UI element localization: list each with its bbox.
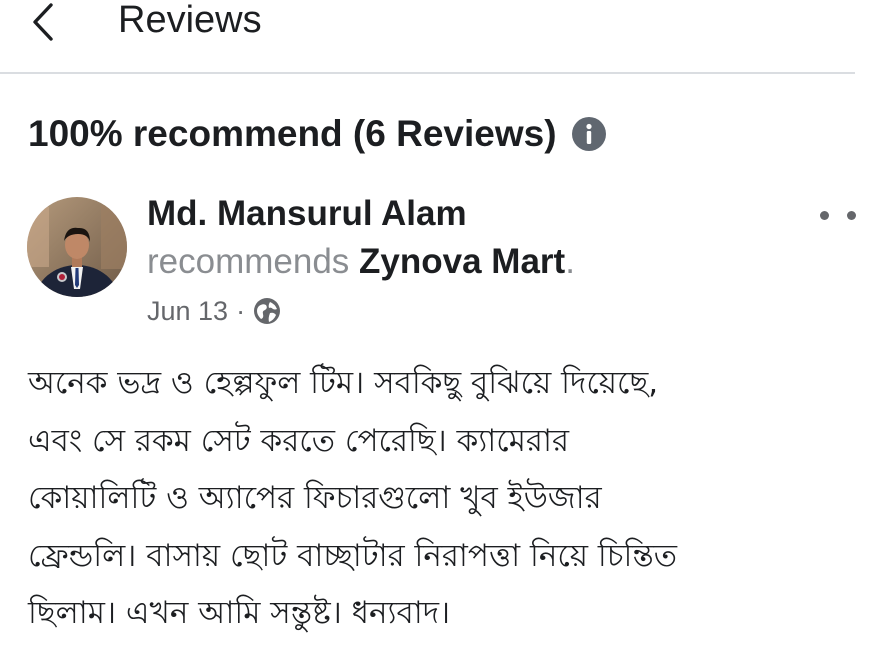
page-name-link[interactable]: Zynova Mart [359, 242, 565, 281]
chevron-left-icon[interactable] [30, 0, 56, 44]
more-dot [820, 210, 829, 220]
review-text-line: কোয়ালিটি ও অ্যাপের ফিচারগুলো খুব ইউজার [28, 480, 602, 516]
more-dot [847, 210, 856, 220]
recommendation-suffix: . [565, 242, 575, 281]
review-date[interactable]: Jun 13 [147, 294, 228, 328]
review-text-line: এবং সে রকম সেট করতে পেরেছি। ক্যামেরার [28, 422, 570, 459]
review-text-line: অনেক ভদ্র ও হেল্পফুল টিম। সবকিছু বুঝিয়ে… [28, 365, 659, 401]
recommends-text: recommends [147, 242, 350, 281]
review-text: অনেক ভদ্র ও হেল্পফুল টিম। সবকিছু বুঝিয়ে… [28, 355, 868, 643]
recommendation-line: recommends Zynova Mart. [147, 241, 575, 283]
recommendation-summary: 100% recommend (6 Reviews) [28, 112, 607, 156]
meta-separator: · [236, 296, 246, 326]
review-text-line: ছিলাম। এখন আমি সন্তুষ্ট। ধন্যবাদ। [28, 595, 451, 631]
reviewer-name[interactable]: Md. Mansurul Alam [147, 193, 467, 235]
info-icon[interactable] [571, 116, 607, 152]
page-title: Reviews [118, 0, 262, 41]
back-button[interactable] [30, 0, 80, 44]
avatar[interactable] [27, 197, 127, 297]
top-bar: Reviews [0, 0, 855, 74]
review-text-line: ফ্রেন্ডলি। বাসায় ছোট বাচ্ছাটার নিরাপত্ত… [28, 537, 678, 574]
recommend-summary-text: 100% recommend (6 Reviews) [28, 113, 557, 154]
more-options-icon[interactable] [820, 203, 856, 227]
post-meta: Jun 13 · [147, 294, 281, 328]
globe-icon [253, 297, 281, 325]
